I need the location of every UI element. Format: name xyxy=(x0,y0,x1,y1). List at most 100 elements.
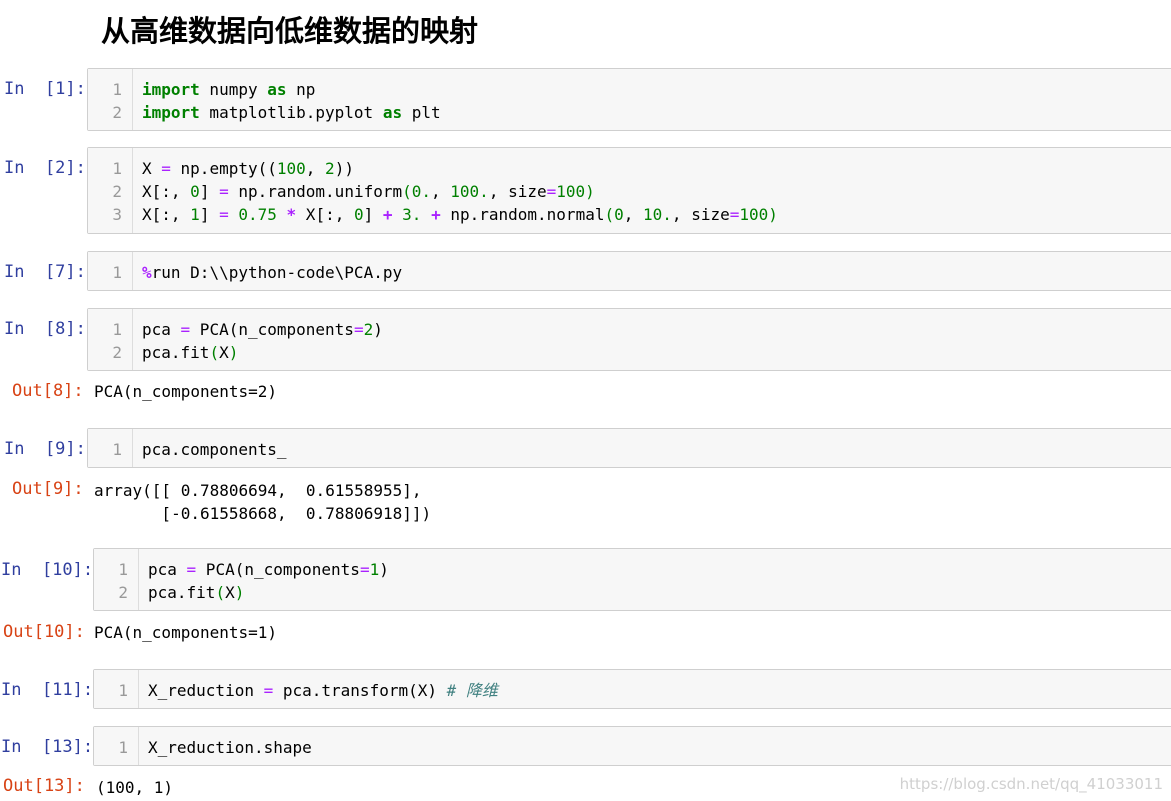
notebook-heading: 从高维数据向低维数据的映射 xyxy=(101,14,479,48)
code-token: , xyxy=(431,182,451,201)
code-token: = xyxy=(161,159,171,178)
code-line: X = np.empty((100, 2)) xyxy=(142,157,778,180)
code-token: 100 xyxy=(276,159,306,178)
code-token: 0 xyxy=(614,205,624,224)
output-prompt: Out[13]: xyxy=(3,776,85,796)
line-number: 1 xyxy=(112,440,122,459)
code-token: 100 xyxy=(739,205,769,224)
code-token: ( xyxy=(604,205,615,224)
cell-output: array([[ 0.78806694, 0.61558955], [-0.61… xyxy=(94,481,432,523)
line-number-gutter: 1 xyxy=(94,670,139,708)
code-token: ] xyxy=(199,182,220,201)
code-token: 1 xyxy=(369,560,380,579)
code-token: X[:, xyxy=(296,205,354,224)
input-prompt: In [13]: xyxy=(1,737,94,757)
code-cell[interactable]: 123 X = np.empty((100, 2)) X[:, 0] = np.r… xyxy=(87,147,1171,234)
code-token: ] xyxy=(199,205,220,224)
code-cell[interactable]: 1 X_reduction.shape xyxy=(93,726,1171,766)
code-editor[interactable]: pca.components_ xyxy=(142,438,287,461)
code-token: # 降维 xyxy=(446,681,498,700)
code-token: = xyxy=(263,681,274,700)
code-token: np xyxy=(286,80,316,99)
code-token: ) xyxy=(234,583,245,602)
code-editor[interactable]: pca = PCA(n_components=2) pca.fit(X) xyxy=(142,318,383,364)
code-token: ( xyxy=(209,343,220,362)
cell-output: PCA(n_components=1) xyxy=(94,623,278,642)
input-prompt: In [2]: xyxy=(4,158,86,178)
code-token: numpy xyxy=(199,80,268,99)
line-number: 2 xyxy=(118,583,128,602)
code-token: pca.fit xyxy=(148,583,216,602)
code-cell[interactable]: 12 pca = PCA(n_components=2) pca.fit(X) xyxy=(87,308,1171,371)
code-token: X[:, xyxy=(142,205,191,224)
code-line: import numpy as np xyxy=(142,78,441,101)
code-token: PCA(n_components xyxy=(196,560,360,579)
code-token: = xyxy=(353,320,364,339)
code-token: = xyxy=(186,560,197,579)
code-token: ) xyxy=(379,560,389,579)
code-cell[interactable]: 1 pca.components_ xyxy=(87,428,1171,468)
code-token: = xyxy=(219,205,229,224)
code-token: )) xyxy=(334,159,354,178)
code-editor[interactable]: X = np.empty((100, 2)) X[:, 0] = np.rando… xyxy=(142,157,778,226)
code-cell[interactable]: 1 X_reduction = pca.transform(X) # 降维 xyxy=(93,669,1171,709)
code-token: np.random.uniform xyxy=(228,182,403,201)
code-token: = xyxy=(180,320,191,339)
code-editor[interactable]: %run D:\\python-code\PCA.py xyxy=(142,261,402,284)
code-token: ( xyxy=(215,583,226,602)
code-token: X[:, xyxy=(142,182,191,201)
output-prompt: Out[10]: xyxy=(3,622,85,642)
input-prompt: In [7]: xyxy=(4,262,86,282)
code-token: 2 xyxy=(363,320,374,339)
code-token: 0. xyxy=(411,182,432,201)
input-prompt: In [1]: xyxy=(4,79,86,99)
code-token: ) xyxy=(228,343,239,362)
code-cell[interactable]: 12 pca = PCA(n_components=1) pca.fit(X) xyxy=(93,548,1171,611)
code-token: 1 xyxy=(190,205,200,224)
code-line: X_reduction = pca.transform(X) # 降维 xyxy=(148,679,498,702)
code-token: ( xyxy=(402,182,412,201)
code-token: plt xyxy=(402,103,441,122)
line-number: 3 xyxy=(112,205,122,224)
line-number: 2 xyxy=(112,343,122,362)
code-token: 100. xyxy=(450,182,489,201)
code-token: X_reduction.shape xyxy=(148,738,312,757)
code-editor[interactable]: pca = PCA(n_components=1) pca.fit(X) xyxy=(148,558,389,604)
code-token: as xyxy=(382,103,403,122)
code-token: , xyxy=(305,159,326,178)
code-cell[interactable]: 1 %run D:\\python-code\PCA.py xyxy=(87,251,1171,291)
code-line: %run D:\\python-code\PCA.py xyxy=(142,261,402,284)
code-token: 3. xyxy=(402,205,422,224)
code-token: import xyxy=(142,80,200,99)
line-number: 1 xyxy=(112,263,122,282)
line-number-gutter: 12 xyxy=(88,69,133,130)
code-token: X xyxy=(219,343,229,362)
code-editor[interactable]: import numpy as np import matplotlib.pypl… xyxy=(142,78,441,124)
code-token: import xyxy=(142,103,200,122)
code-line: pca = PCA(n_components=2) xyxy=(142,318,383,341)
code-token: * xyxy=(286,205,297,224)
code-token: X xyxy=(225,583,235,602)
output-prompt: Out[8]: xyxy=(12,381,84,401)
code-token: pca.fit xyxy=(142,343,210,362)
code-token: pca.transform(X) xyxy=(273,681,447,700)
code-token: np.empty xyxy=(170,159,258,178)
code-token: ] xyxy=(363,205,383,224)
code-line: pca = PCA(n_components=1) xyxy=(148,558,389,581)
watermark: https://blog.csdn.net/qq_41033011 xyxy=(899,775,1163,793)
line-number: 1 xyxy=(112,159,122,178)
code-token: run D:\\python-code\PCA.py xyxy=(151,263,403,282)
code-token: ) xyxy=(373,320,383,339)
input-prompt: In [11]: xyxy=(1,680,94,700)
code-token: as xyxy=(267,80,287,99)
line-number-gutter: 1 xyxy=(94,727,139,765)
code-editor[interactable]: X_reduction = pca.transform(X) # 降维 xyxy=(148,679,498,702)
code-token: np.random.normal xyxy=(440,205,605,224)
output-prompt: Out[9]: xyxy=(12,479,84,499)
code-cell[interactable]: 12 import numpy as np import matplotlib.p… xyxy=(87,68,1171,131)
code-line: pca.fit(X) xyxy=(142,341,383,364)
code-editor[interactable]: X_reduction.shape xyxy=(148,736,312,759)
